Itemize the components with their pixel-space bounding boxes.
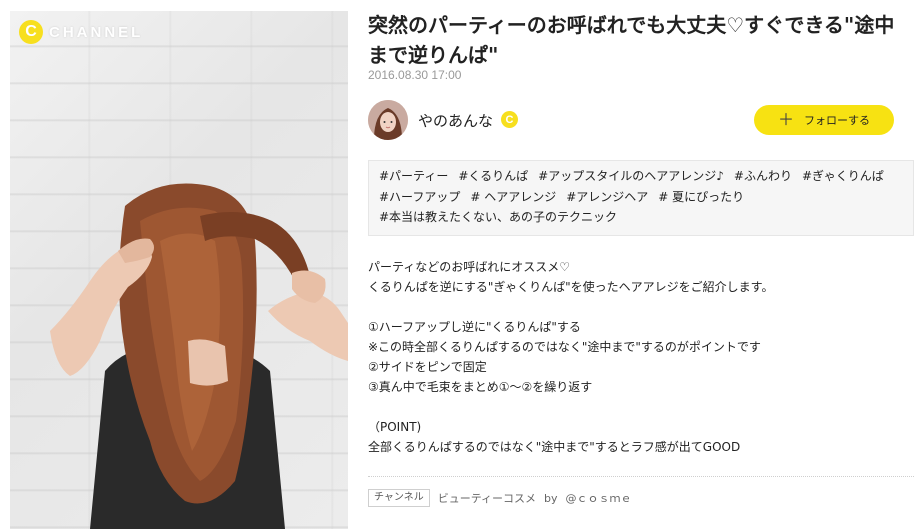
body-line <box>368 297 914 317</box>
article-footer: チャンネル ビューティーコスメ by @ｃｏｓｍｅ <box>368 488 632 508</box>
channel-c-icon: C <box>19 20 43 44</box>
article-body: パーティなどのお呼ばれにオススメ♡ くるりんぱを逆にする"ぎゃくりんぱ"を使った… <box>368 257 914 457</box>
body-line: ①ハーフアップし逆に"くるりんぱ"する <box>368 320 581 334</box>
tag-link[interactable]: # ヘアアレンジ <box>470 190 556 204</box>
avatar-photo-icon <box>368 100 408 140</box>
body-line: パーティなどのお呼ばれにオススメ♡ <box>368 260 571 274</box>
plus-icon: ＋ <box>777 110 794 129</box>
tag-link[interactable]: #アップスタイルのヘアアレンジ♪ <box>538 169 724 183</box>
channel-label-badge: チャンネル <box>368 489 430 507</box>
tag-link[interactable]: #ハーフアップ <box>379 190 460 204</box>
by-label: by <box>544 491 558 505</box>
tag-link[interactable]: #くるりんぱ <box>458 169 528 183</box>
follow-button[interactable]: ＋ フォローする <box>754 105 894 135</box>
channel-logo: C CHANNEL <box>19 20 143 44</box>
avatar[interactable] <box>368 100 408 140</box>
channel-category-link[interactable]: ビューティーコスメ <box>438 490 536 506</box>
tag-link[interactable]: # 夏にぴったり <box>658 190 744 204</box>
tag-link[interactable]: #ふんわり <box>734 169 792 183</box>
author-name[interactable]: やのあんな <box>418 110 493 131</box>
verified-c-badge-icon: C <box>501 111 518 128</box>
article-title: 突然のパーティーのお呼ばれでも大丈夫♡すぐできる"途中まで逆りんぱ" <box>368 13 895 67</box>
source-link[interactable]: @ｃｏｓｍｅ <box>566 490 632 506</box>
tag-link[interactable]: #本当は教えたくない、あの子のテクニック <box>379 210 617 224</box>
divider <box>368 476 914 477</box>
publish-date: 2016.08.30 17:00 <box>368 68 462 82</box>
tag-link[interactable]: #アレンジヘア <box>566 190 648 204</box>
body-line: ※この時全部くるりんぱするのではなく"途中まで"するのがポイントです <box>368 340 761 354</box>
body-line: ②サイドをピンで固定 <box>368 360 487 374</box>
body-line: 全部くるりんぱするのではなく"途中まで"するとラフ感が出てGOOD <box>368 440 741 454</box>
body-line: （POINT) <box>368 420 422 434</box>
body-line: ③真ん中で毛束をまとめ①〜②を繰り返す <box>368 380 593 394</box>
tag-list: #パーティー #くるりんぱ #アップスタイルのヘアアレンジ♪ #ふんわり #ぎゃくりんぱ… <box>368 160 914 236</box>
tag-link[interactable]: #パーティー <box>379 169 448 183</box>
body-line: くるりんぱを逆にする"ぎゃくりんぱ"を使ったヘアアレジをご紹介します。 <box>368 280 774 294</box>
woman-hair-image <box>50 183 348 529</box>
video-thumbnail[interactable]: C CHANNEL <box>10 11 348 529</box>
tag-link[interactable]: #ぎゃくりんぱ <box>802 169 884 183</box>
author-row: やのあんな C ＋ フォローする <box>368 100 914 140</box>
body-line <box>368 397 914 417</box>
follow-button-label: フォローする <box>804 114 870 127</box>
channel-wordmark: CHANNEL <box>49 23 144 41</box>
